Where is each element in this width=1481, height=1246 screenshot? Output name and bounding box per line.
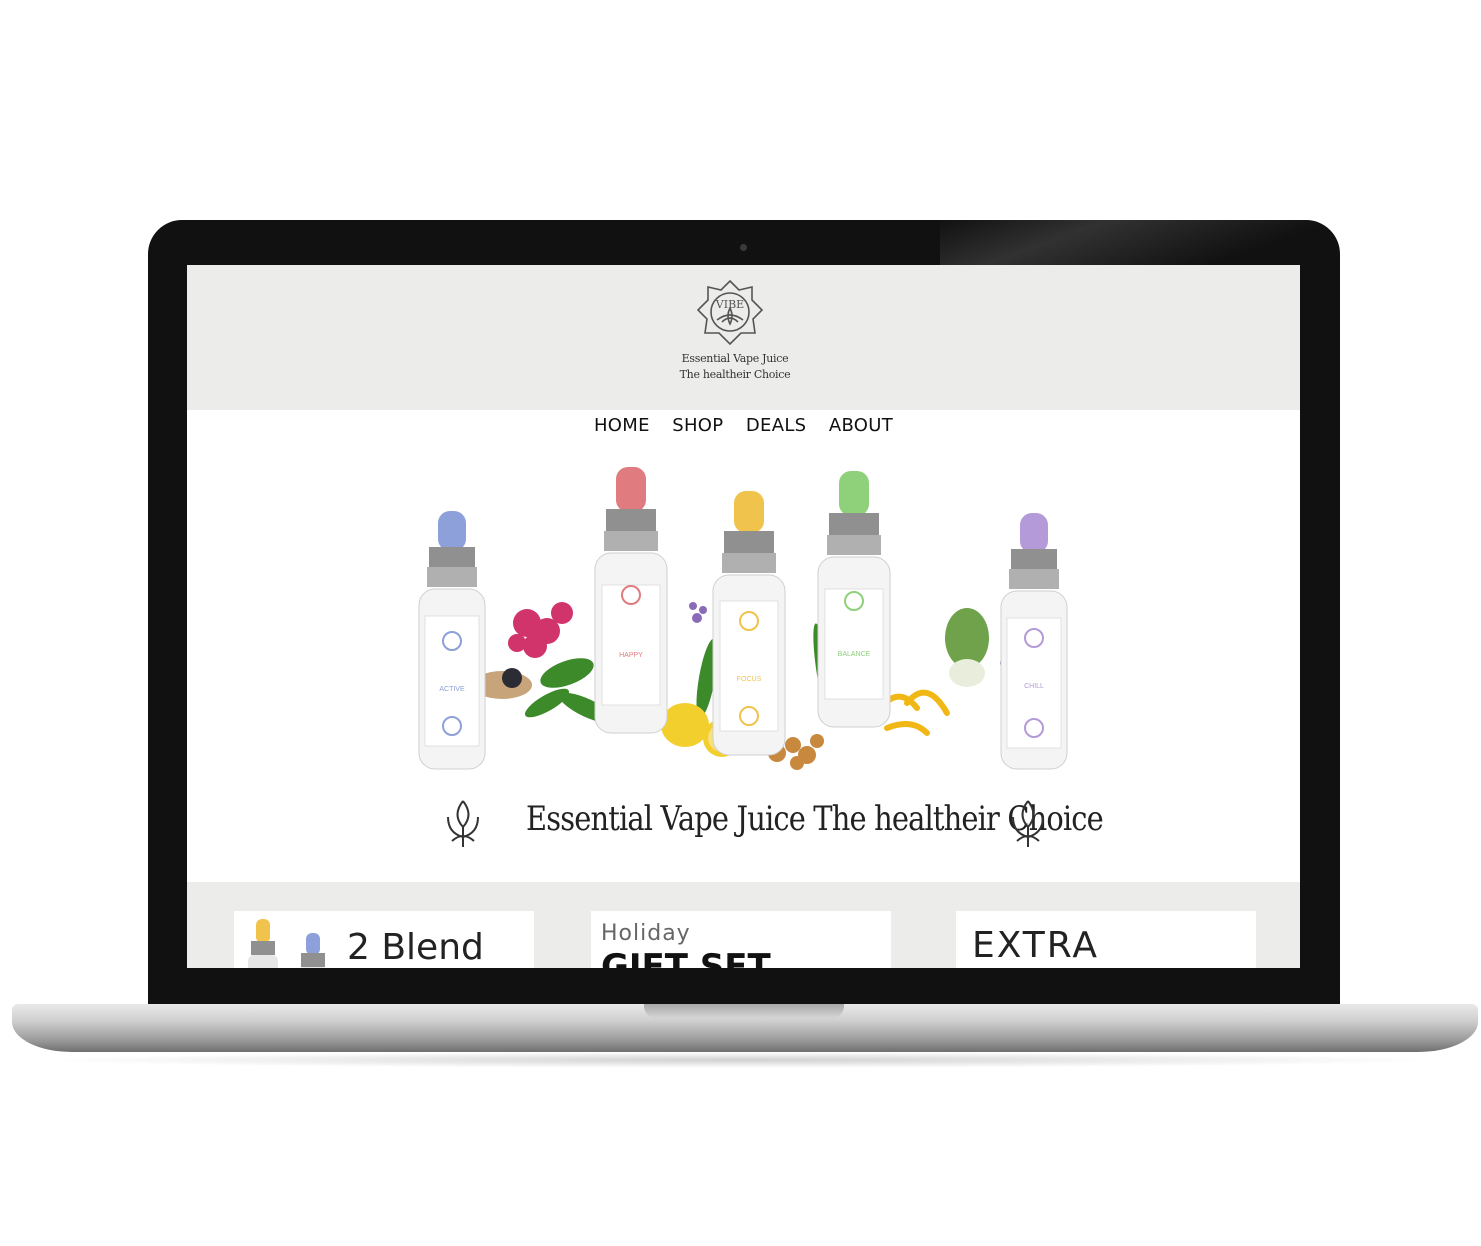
bottle-active[interactable]: ACTIVE	[418, 511, 486, 770]
hero-headline: Essential Vape Juice The healtheir Choic…	[442, 793, 1104, 853]
svg-text:HAPPY: HAPPY	[619, 652, 643, 659]
deal-card-subtitle: Holiday	[601, 921, 691, 946]
deal-card-extra[interactable]: EXTRA	[956, 911, 1256, 968]
nav-about[interactable]: ABOUT	[829, 415, 893, 436]
laptop-shadow	[40, 1052, 1440, 1068]
site-tagline: Essential Vape Juice The healtheir Choic…	[655, 351, 815, 383]
svg-text:VIBE: VIBE	[715, 298, 744, 311]
laptop-base	[12, 1004, 1478, 1052]
svg-text:BALANCE: BALANCE	[838, 651, 871, 658]
mini-bottles-icon	[248, 919, 326, 968]
deal-card-title: EXTRA	[972, 925, 1099, 966]
nav-shop[interactable]: SHOP	[672, 415, 723, 436]
main-nav: HOME SHOP DEALS ABOUT	[187, 415, 1300, 436]
webcam-icon	[740, 244, 747, 251]
hero-title-text: Essential Vape Juice The healtheir Choic…	[526, 799, 1104, 839]
nav-home[interactable]: HOME	[594, 415, 650, 436]
svg-text:FOCUS: FOCUS	[737, 676, 762, 683]
nav-deals[interactable]: DEALS	[746, 415, 807, 436]
deal-card-2-blend[interactable]: 2 Blend	[234, 911, 534, 968]
bottle-chill[interactable]: CHILL	[1000, 513, 1068, 770]
tagline-line2: The healtheir Choice	[679, 368, 791, 381]
lotus-flourish-left-icon	[447, 800, 479, 847]
tagline-line1: Essential Vape Juice	[681, 352, 789, 365]
bottle-happy[interactable]: HAPPY	[594, 467, 668, 734]
laptop-notch	[644, 1004, 844, 1018]
bottle-focus[interactable]: FOCUS	[712, 491, 786, 756]
vibe-logo-icon[interactable]: VIBE	[695, 278, 765, 348]
lotus-flourish-right-icon	[1012, 800, 1044, 847]
bottle-balance[interactable]: BALANCE	[817, 471, 891, 728]
site-header: VIBE Essential Vape Juice The healtheir …	[187, 265, 1300, 410]
deal-card-title: 2 Blend	[347, 927, 484, 968]
svg-text:CHILL: CHILL	[1024, 683, 1044, 690]
deal-card-gift-set[interactable]: Holiday GIFT SET	[591, 911, 891, 968]
svg-text:ACTIVE: ACTIVE	[439, 686, 465, 693]
deal-card-title: GIFT SET	[601, 947, 771, 968]
browser-screen: VIBE Essential Vape Juice The healtheir …	[187, 265, 1300, 968]
hero-product-image[interactable]: ACTIVE HAPPY FOCUS BALANCE CHILL	[407, 463, 1087, 778]
